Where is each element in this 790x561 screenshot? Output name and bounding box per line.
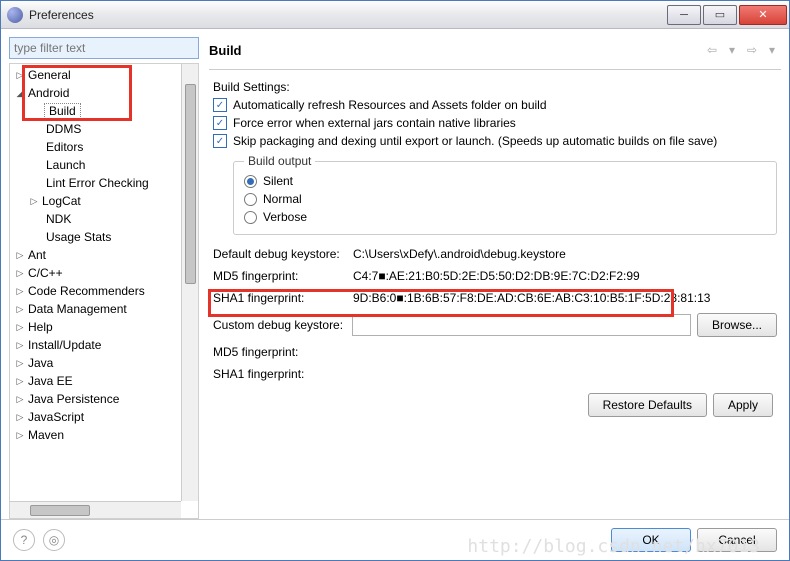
default-keystore-label: Default debug keystore: [213,247,353,261]
forward-menu-icon[interactable]: ▾ [763,41,781,59]
build-settings-label: Build Settings: [213,78,777,96]
checkbox-auto-refresh[interactable]: ✓ [213,98,227,112]
tree-item-build[interactable]: Build [44,103,81,119]
expand-icon[interactable]: ▷ [14,250,26,261]
build-output-legend: Build output [244,154,315,168]
tree-item-usage[interactable]: Usage Stats [44,229,113,245]
tree-item-android[interactable]: Android [26,85,71,101]
checkbox-skip-packaging[interactable]: ✓ [213,134,227,148]
radio-verbose[interactable] [244,211,257,224]
tree-item-editors[interactable]: Editors [44,139,85,155]
main-panel: Build ⇦ ▾ ⇨ ▾ Build Settings: ✓ Automatic… [199,37,781,519]
checkbox-label: Skip packaging and dexing until export o… [233,134,717,148]
page-title: Build [209,43,701,58]
cancel-button[interactable]: Cancel [697,528,777,552]
md5-label: MD5 fingerprint: [213,269,353,283]
default-keystore-value: C:\Users\xDefy\.android\debug.keystore [353,247,777,261]
import-export-icon[interactable]: ◎ [43,529,65,551]
checkbox-force-error[interactable]: ✓ [213,116,227,130]
tree-item-maven[interactable]: Maven [26,427,66,443]
md5-value: C4:7■:AE:21:B0:5D:2E:D5:50:D2:DB:9E:7C:D… [353,269,777,283]
tree-item-ndk[interactable]: NDK [44,211,73,227]
expand-icon[interactable]: ▷ [28,196,40,207]
tree-item-javapersist[interactable]: Java Persistence [26,391,121,407]
expand-icon[interactable]: ▷ [14,70,26,81]
tree-item-java[interactable]: Java [26,355,55,371]
tree-item-ddms[interactable]: DDMS [44,121,83,137]
sha1-label: SHA1 fingerprint: [213,291,353,305]
maximize-button[interactable]: ▭ [703,5,737,25]
app-icon [7,7,23,23]
sidebar: ▷General ◢Android Build DDMS Editors Lau… [9,37,199,519]
collapse-icon[interactable]: ◢ [14,88,26,99]
forward-icon[interactable]: ⇨ [743,41,761,59]
radio-label: Normal [263,192,302,206]
tree-item-general[interactable]: General [26,67,73,83]
tree-item-javaee[interactable]: Java EE [26,373,75,389]
sha1-label-2: SHA1 fingerprint: [213,367,353,381]
tree-item-help[interactable]: Help [26,319,55,335]
close-button[interactable]: ✕ [739,5,787,25]
tree-item-ant[interactable]: Ant [26,247,48,263]
titlebar: Preferences ─ ▭ ✕ [1,1,789,29]
tree-item-lint[interactable]: Lint Error Checking [44,175,151,191]
radio-silent[interactable] [244,175,257,188]
expand-icon[interactable]: ▷ [14,358,26,369]
preferences-dialog: Preferences ─ ▭ ✕ ▷General ◢Android Buil… [0,0,790,561]
expand-icon[interactable]: ▷ [14,268,26,279]
expand-icon[interactable]: ▷ [14,304,26,315]
dialog-footer: ? ◎ OK Cancel [1,519,789,560]
minimize-button[interactable]: ─ [667,5,701,25]
preferences-tree: ▷General ◢Android Build DDMS Editors Lau… [10,64,198,446]
tree-item-logcat[interactable]: LogCat [40,193,83,209]
back-menu-icon[interactable]: ▾ [723,41,741,59]
radio-label: Verbose [263,210,307,224]
scrollbar-horizontal[interactable] [10,501,181,518]
apply-button[interactable]: Apply [713,393,773,417]
help-icon[interactable]: ? [13,529,35,551]
tree-item-ccpp[interactable]: C/C++ [26,265,65,281]
tree-item-coderec[interactable]: Code Recommenders [26,283,147,299]
back-icon[interactable]: ⇦ [703,41,721,59]
tree-item-launch[interactable]: Launch [44,157,87,173]
expand-icon[interactable]: ▷ [14,340,26,351]
scrollbar-vertical[interactable] [181,64,198,501]
restore-defaults-button[interactable]: Restore Defaults [588,393,707,417]
md5-label-2: MD5 fingerprint: [213,345,353,359]
radio-label: Silent [263,174,293,188]
build-output-group: Build output Silent Normal Verbose [233,154,777,235]
expand-icon[interactable]: ▷ [14,430,26,441]
custom-keystore-label: Custom debug keystore: [213,318,352,332]
tree-item-install[interactable]: Install/Update [26,337,103,353]
expand-icon[interactable]: ▷ [14,322,26,333]
custom-keystore-input[interactable] [352,314,691,336]
checkbox-label: Automatically refresh Resources and Asse… [233,98,547,112]
expand-icon[interactable]: ▷ [14,394,26,405]
expand-icon[interactable]: ▷ [14,286,26,297]
sha1-value: 9D:B6:0■:1B:6B:57:F8:DE:AD:CB:6E:AB:C3:1… [353,291,777,305]
expand-icon[interactable]: ▷ [14,412,26,423]
window-title: Preferences [29,8,665,22]
filter-input[interactable] [9,37,199,59]
expand-icon[interactable]: ▷ [14,376,26,387]
ok-button[interactable]: OK [611,528,691,552]
tree-item-datamgmt[interactable]: Data Management [26,301,129,317]
radio-normal[interactable] [244,193,257,206]
tree-item-javascript[interactable]: JavaScript [26,409,86,425]
browse-button[interactable]: Browse... [697,313,777,337]
checkbox-label: Force error when external jars contain n… [233,116,516,130]
